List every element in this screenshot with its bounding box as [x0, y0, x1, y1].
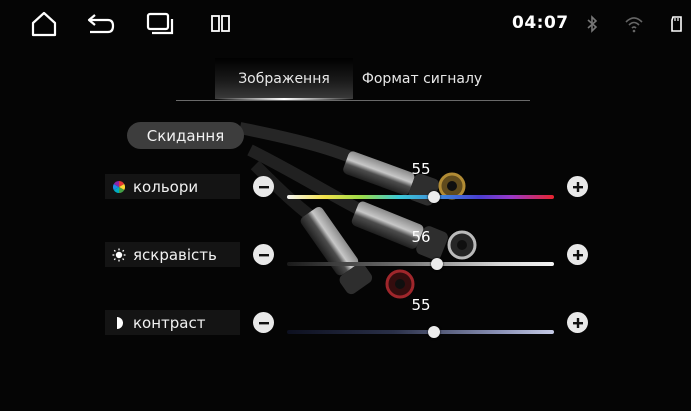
contrast-icon: [105, 316, 133, 329]
color-increase-button[interactable]: [567, 176, 588, 197]
plus-icon: [572, 317, 583, 328]
contrast-value: 55: [411, 296, 431, 314]
setting-label-text: яскравість: [133, 245, 217, 264]
minus-icon: [258, 253, 269, 256]
clock: 04:07: [512, 13, 569, 33]
screen: 04:07 Зображення Формат сигналу Скидання: [0, 0, 691, 411]
tab-label: Формат сигналу: [361, 70, 483, 87]
color-slider-thumb[interactable]: [427, 191, 440, 203]
tab-label: Зображення: [238, 70, 330, 87]
minus-icon: [258, 321, 269, 324]
minus-icon: [258, 185, 269, 188]
setting-label-text: кольори: [133, 177, 199, 196]
back-icon[interactable]: [86, 10, 116, 38]
setting-label-brightness: яскравість: [105, 242, 240, 267]
setting-label-contrast: контраст: [105, 310, 240, 335]
brightness-decrease-button[interactable]: [253, 244, 274, 265]
color-decrease-button[interactable]: [253, 176, 274, 197]
sun-icon: [105, 248, 133, 262]
split-screen-icon[interactable]: [206, 10, 236, 38]
color-wheel-icon: [105, 180, 133, 193]
tab-signal-format[interactable]: Формат сигналу: [358, 58, 486, 99]
setting-label-text: контраст: [133, 313, 206, 332]
tab-picture[interactable]: Зображення: [215, 58, 353, 100]
contrast-slider-track[interactable]: [287, 330, 554, 334]
bluetooth-icon: [581, 13, 603, 35]
wifi-icon: [623, 13, 645, 35]
contrast-increase-button[interactable]: [567, 312, 588, 333]
brightness-increase-button[interactable]: [567, 244, 588, 265]
recent-apps-icon[interactable]: [145, 10, 175, 38]
brightness-slider-track[interactable]: [287, 262, 554, 266]
color-value: 55: [411, 160, 431, 178]
setting-label-color: кольори: [105, 174, 240, 199]
tab-bar: Зображення Формат сигналу: [176, 58, 530, 101]
status-bar: 04:07: [0, 0, 691, 48]
reset-button[interactable]: Скидання: [127, 122, 244, 149]
brightness-value: 56: [411, 228, 431, 246]
sd-card-icon: [666, 13, 688, 35]
contrast-decrease-button[interactable]: [253, 312, 274, 333]
home-icon[interactable]: [29, 10, 59, 38]
color-slider-track[interactable]: [287, 195, 554, 199]
contrast-slider-thumb[interactable]: [427, 326, 440, 338]
plus-icon: [572, 181, 583, 192]
brightness-slider-thumb[interactable]: [430, 258, 443, 270]
plus-icon: [572, 249, 583, 260]
